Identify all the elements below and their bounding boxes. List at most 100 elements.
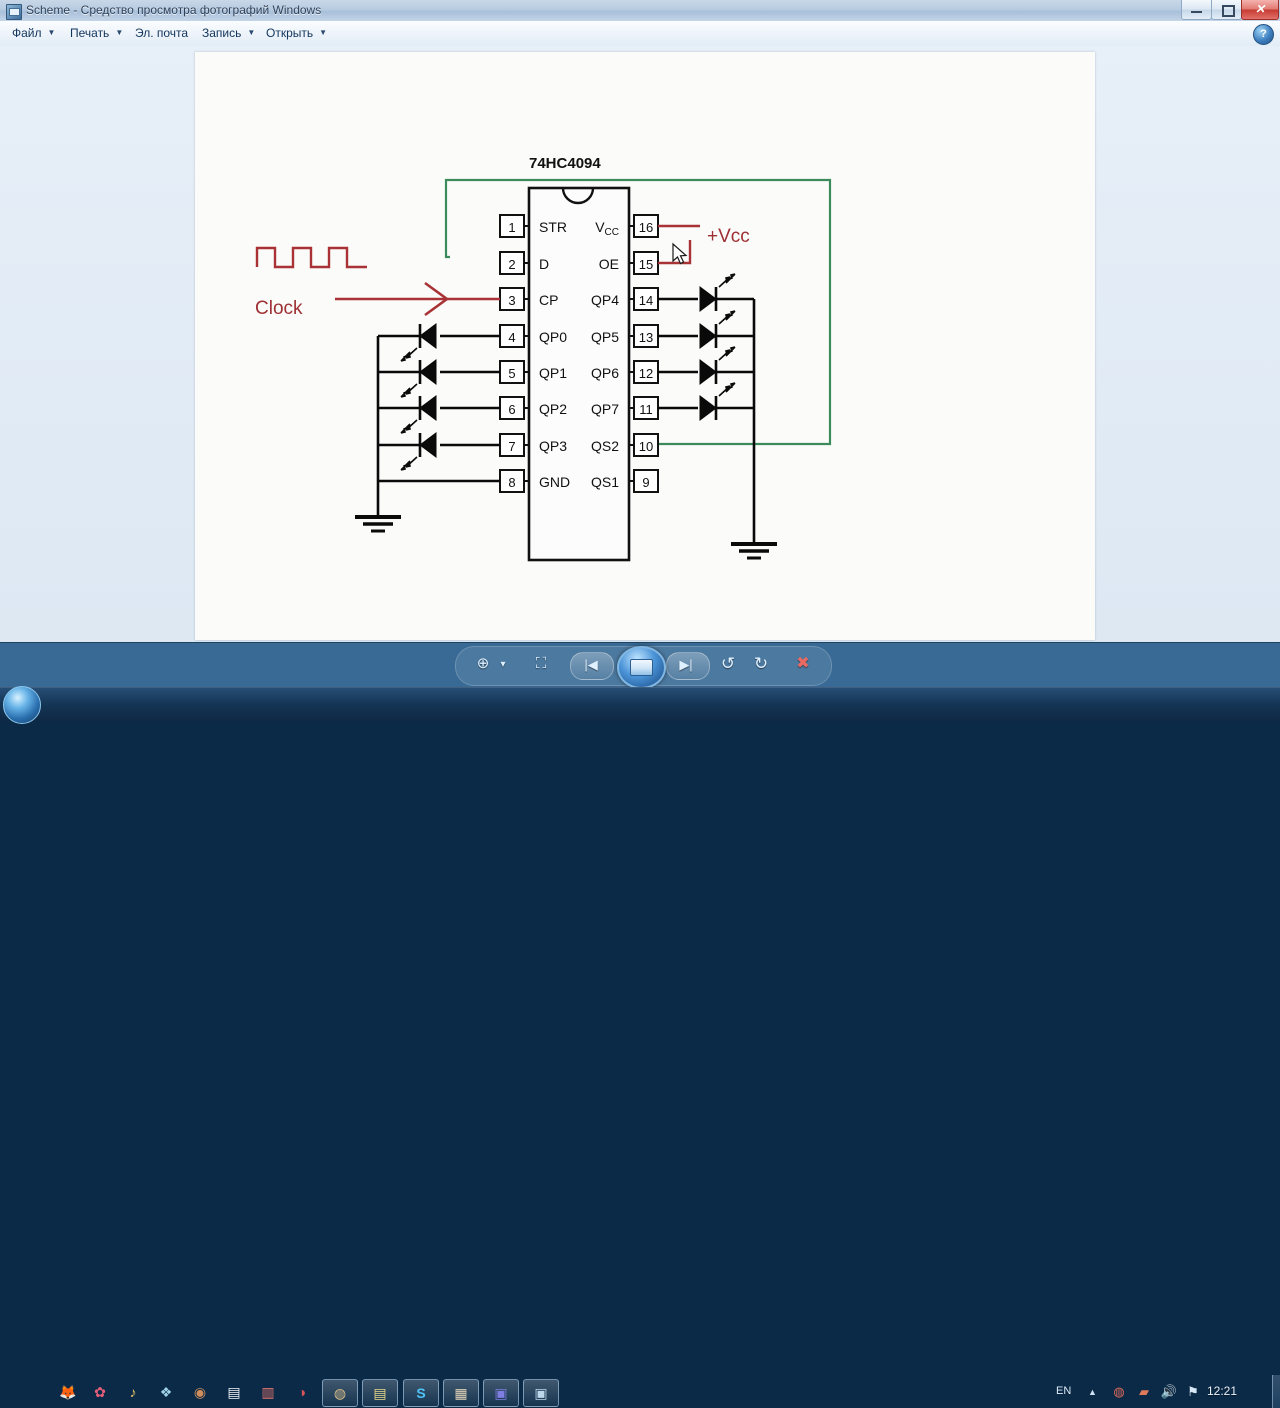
pin-label-gnd: GND xyxy=(539,474,570,490)
chevron-down-icon: ▼ xyxy=(47,28,56,37)
pin-number-4: 4 xyxy=(508,330,515,345)
pin-number-3: 3 xyxy=(508,293,515,308)
menu-label: Файл xyxy=(12,26,42,40)
pin-label-qp5: QP5 xyxy=(591,329,619,345)
icon-glyph: ❖ xyxy=(159,1383,173,1400)
ground-symbol-right xyxy=(731,542,777,560)
icon-glyph: ♪ xyxy=(129,1384,137,1400)
led-qp2 xyxy=(400,395,437,434)
mouse-pointer-icon xyxy=(672,242,688,265)
tray-volume-icon[interactable]: 🔊 xyxy=(1160,1383,1178,1401)
menu-label: Печать xyxy=(70,26,110,40)
taskbar-app-3-icon[interactable]: ♪ xyxy=(121,1380,145,1404)
left-led-wires xyxy=(376,334,500,517)
led-qp5 xyxy=(699,310,736,349)
taskbar-opera-icon[interactable]: ◑ xyxy=(290,1380,314,1404)
chevron-down-icon[interactable]: ▾ xyxy=(497,660,509,670)
pin-number-2: 2 xyxy=(508,257,515,272)
pin-label-cp: CP xyxy=(539,292,558,308)
clock-annotation: Clock xyxy=(255,298,303,319)
photo-viewer-icon xyxy=(6,4,22,20)
rotate-right-icon[interactable]: ↻ xyxy=(751,655,771,672)
taskbar-app-7-icon[interactable]: ▥ xyxy=(256,1380,280,1404)
schematic-drawing: 74HC4094 1 2 3 4 5 6 7 8 STR D CP QP0 QP… xyxy=(255,155,832,562)
pin-label-qp2: QP2 xyxy=(539,401,567,417)
led-qp3 xyxy=(400,432,437,471)
taskbar-app-4-icon[interactable]: ❖ xyxy=(154,1380,178,1404)
pin-number-15: 15 xyxy=(639,257,653,272)
minimize-button[interactable] xyxy=(1181,0,1212,20)
taskbar-window-4[interactable]: ▦ xyxy=(443,1379,479,1407)
chevron-down-icon: ▼ xyxy=(115,28,124,37)
pin-number-13: 13 xyxy=(639,330,653,345)
language-indicator[interactable]: EN xyxy=(1056,1385,1071,1397)
led-qp0 xyxy=(400,323,437,362)
pin-number-14: 14 xyxy=(639,293,653,308)
taskbar-window-1[interactable]: ◍ xyxy=(322,1379,358,1407)
icon-glyph: S xyxy=(416,1385,426,1401)
icon-glyph: ▥ xyxy=(261,1383,275,1400)
taskbar: 🦊 ✿ ♪ ❖ ◉ ▤ ▥ ◑ ◍ ▤ S ▦ ▣ ▣ EN ▲ ◍ ▰ 🔊 ⚑… xyxy=(0,686,1280,1408)
taskbar-notepad-icon[interactable]: ▤ xyxy=(222,1380,246,1404)
taskbar-skype[interactable]: S xyxy=(403,1379,439,1407)
menu-item-open[interactable]: Открыть ▼ xyxy=(262,25,331,44)
tray-network-icon[interactable]: ▰ xyxy=(1135,1383,1153,1401)
icon-glyph: ▣ xyxy=(494,1384,508,1401)
maximize-button[interactable] xyxy=(1211,0,1242,20)
pin-number-7: 7 xyxy=(508,439,515,454)
vcc-annotation: +Vcc xyxy=(707,226,750,247)
show-desktop-button[interactable] xyxy=(1272,1375,1280,1408)
pin-number-9: 9 xyxy=(642,475,649,490)
close-button[interactable]: ✕ xyxy=(1241,0,1279,20)
pin-number-10: 10 xyxy=(639,439,653,454)
fit-to-window-icon[interactable]: ⛶ xyxy=(532,656,550,671)
pin-label-qp4: QP4 xyxy=(591,292,619,308)
clock-wire xyxy=(335,281,500,317)
menu-item-email[interactable]: Эл. почта xyxy=(131,25,192,44)
tray-antivirus-icon[interactable]: ◍ xyxy=(1110,1383,1128,1401)
taskbar-app-5-icon[interactable]: ◉ xyxy=(188,1380,212,1404)
pin-label-qp7: QP7 xyxy=(591,401,619,417)
pin-label-d: D xyxy=(539,256,549,272)
window-title: Scheme - Средство просмотра фотографий W… xyxy=(26,3,322,17)
zoom-icon[interactable]: ⊕ xyxy=(474,656,492,671)
question-mark-icon: ? xyxy=(1260,28,1267,40)
chip-title: 74HC4094 xyxy=(529,155,601,172)
delete-icon[interactable]: ✖ xyxy=(793,656,813,672)
taskbar-app-2-icon[interactable]: ✿ xyxy=(88,1380,112,1404)
chevron-down-icon: ▼ xyxy=(247,28,256,37)
menu-item-file[interactable]: Файл ▼ xyxy=(8,25,59,44)
menu-label: Запись xyxy=(202,26,242,40)
rotate-left-icon[interactable]: ↺ xyxy=(718,655,738,672)
pin-label-str: STR xyxy=(539,219,567,235)
taskbar-window-5[interactable]: ▣ xyxy=(483,1379,519,1407)
system-clock[interactable]: 12:21 xyxy=(1207,1384,1237,1398)
led-qp4 xyxy=(699,273,736,312)
taskbar-photo-viewer[interactable]: ▣ xyxy=(523,1379,559,1407)
menu-label: Открыть xyxy=(266,26,314,40)
taskbar-firefox-icon[interactable]: 🦊 xyxy=(56,1380,80,1404)
clock-waveform xyxy=(255,246,367,269)
pin-label-oe: OE xyxy=(599,256,619,272)
menu-item-print[interactable]: Печать ▼ xyxy=(66,25,127,44)
menu-bar: Файл ▼ Печать ▼ Эл. почта Запись ▼ Открыть ▼… xyxy=(0,21,1280,47)
play-slideshow-button[interactable] xyxy=(617,646,666,689)
taskbar-window-2[interactable]: ▤ xyxy=(362,1379,398,1407)
icon-glyph: ✿ xyxy=(94,1383,106,1400)
menu-item-burn[interactable]: Запись ▼ xyxy=(198,25,259,44)
led-left-group xyxy=(400,323,437,471)
icon-glyph: ◑ xyxy=(297,1384,307,1400)
previous-icon[interactable]: |◀ xyxy=(578,658,604,671)
start-button[interactable] xyxy=(3,686,41,724)
help-button[interactable]: ? xyxy=(1253,24,1274,45)
pin-label-qp1: QP1 xyxy=(539,365,567,381)
icon-glyph: ◍ xyxy=(333,1384,347,1401)
icon-glyph: 🦊 xyxy=(59,1383,77,1400)
icon-glyph: ▤ xyxy=(227,1383,241,1400)
pin-label-qs2: QS2 xyxy=(591,438,619,454)
pin-number-1: 1 xyxy=(508,220,515,235)
show-hidden-icons-button[interactable]: ▲ xyxy=(1088,1387,1097,1397)
next-icon[interactable]: ▶| xyxy=(673,658,699,671)
led-right-group xyxy=(699,273,736,421)
tray-flag-icon[interactable]: ⚑ xyxy=(1184,1383,1202,1401)
